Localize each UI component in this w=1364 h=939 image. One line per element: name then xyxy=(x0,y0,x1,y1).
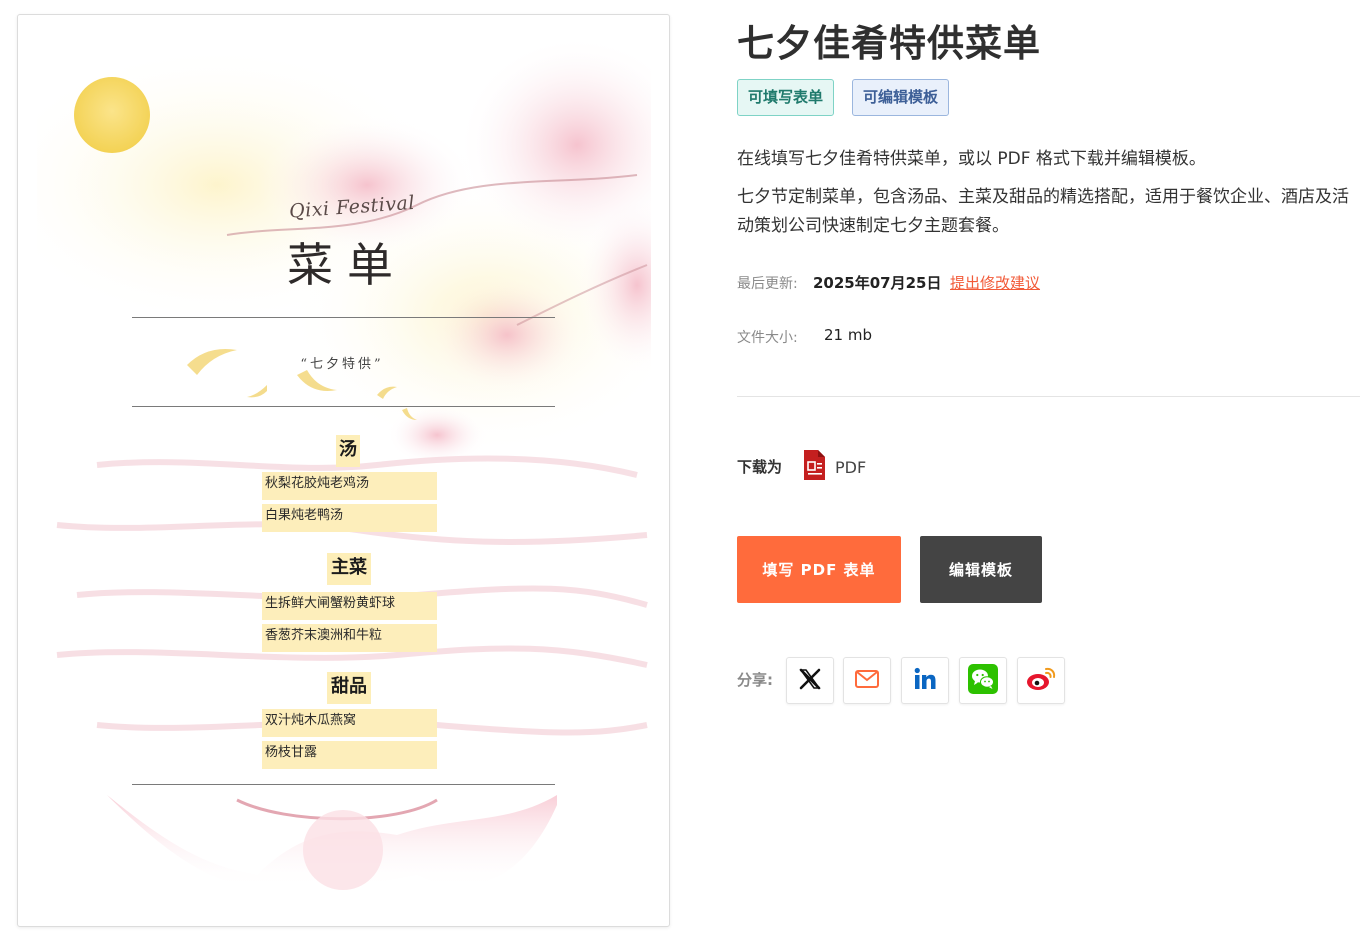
share-wechat-button[interactable] xyxy=(959,657,1007,704)
bridge-illustration xyxy=(107,795,557,890)
section-title-soup: 汤 xyxy=(336,435,360,467)
dish-field[interactable]: 双汁炖木瓜燕窝 xyxy=(262,709,437,737)
tag-editable-template[interactable]: 可编辑模板 xyxy=(852,79,950,116)
tag-fillable-form[interactable]: 可填写表单 xyxy=(737,79,835,116)
divider-line xyxy=(132,317,555,318)
share-email-button[interactable] xyxy=(843,657,891,704)
download-as-label: 下载为 xyxy=(737,458,783,476)
x-icon xyxy=(798,667,822,695)
section-divider xyxy=(737,396,1360,397)
suggest-edit-link[interactable]: 提出修改建议 xyxy=(950,272,1040,293)
section-title-dessert: 甜品 xyxy=(327,672,371,704)
section-title-main: 主菜 xyxy=(327,553,371,585)
dish-field[interactable]: 香葱芥末澳洲和牛粒 xyxy=(262,624,437,652)
divider-line xyxy=(132,784,555,785)
file-size-label: 文件大小: xyxy=(737,330,798,346)
last-updated-value: 2025年07月25日 xyxy=(813,274,942,292)
edit-template-button[interactable]: 编辑模板 xyxy=(920,536,1042,603)
download-format-label: PDF xyxy=(835,457,867,477)
fill-pdf-form-button[interactable]: 填写 PDF 表单 xyxy=(737,536,901,603)
menu-tagline: “七夕特供” xyxy=(300,357,384,372)
wechat-icon xyxy=(968,663,998,698)
linkedin-icon xyxy=(912,666,938,696)
file-size-value: 21 mb xyxy=(824,326,872,344)
dish-field[interactable]: 秋梨花胶炖老鸡汤 xyxy=(262,472,437,500)
pdf-file-icon xyxy=(802,449,826,485)
menu-paper: Qixi Festival 菜单 “七夕特供” 汤 秋梨花胶炖老鸡汤 白果炖老鸭… xyxy=(37,35,651,905)
share-linkedin-button[interactable] xyxy=(901,657,949,704)
weibo-icon xyxy=(1026,666,1056,696)
description-summary: 在线填写七夕佳肴特供菜单，或以 PDF 格式下载并编辑模板。 xyxy=(737,149,1206,169)
page-title: 七夕佳肴特供菜单 xyxy=(737,22,1041,65)
dish-field[interactable]: 杨枝甘露 xyxy=(262,741,437,769)
share-label: 分享: xyxy=(737,671,773,689)
divider-line xyxy=(132,406,555,407)
menu-title: 菜单 xyxy=(287,238,407,292)
dish-field[interactable]: 生拆鲜大闸蟹粉黄虾球 xyxy=(262,592,437,620)
share-x-button[interactable] xyxy=(786,657,834,704)
share-weibo-button[interactable] xyxy=(1017,657,1065,704)
moon-illustration xyxy=(74,77,150,153)
email-icon xyxy=(854,668,880,694)
last-updated-label: 最后更新: xyxy=(737,276,798,292)
dish-field[interactable]: 白果炖老鸭汤 xyxy=(262,504,437,532)
qixi-background-art xyxy=(37,35,651,890)
template-preview[interactable]: Qixi Festival 菜单 “七夕特供” 汤 秋梨花胶炖老鸡汤 白果炖老鸭… xyxy=(17,14,670,927)
download-pdf-link[interactable]: PDF xyxy=(802,450,866,484)
description-detail: 七夕节定制菜单，包含汤品、主菜及甜品的精选搭配，适用于餐饮企业、酒店及活动策划公… xyxy=(737,187,1349,236)
